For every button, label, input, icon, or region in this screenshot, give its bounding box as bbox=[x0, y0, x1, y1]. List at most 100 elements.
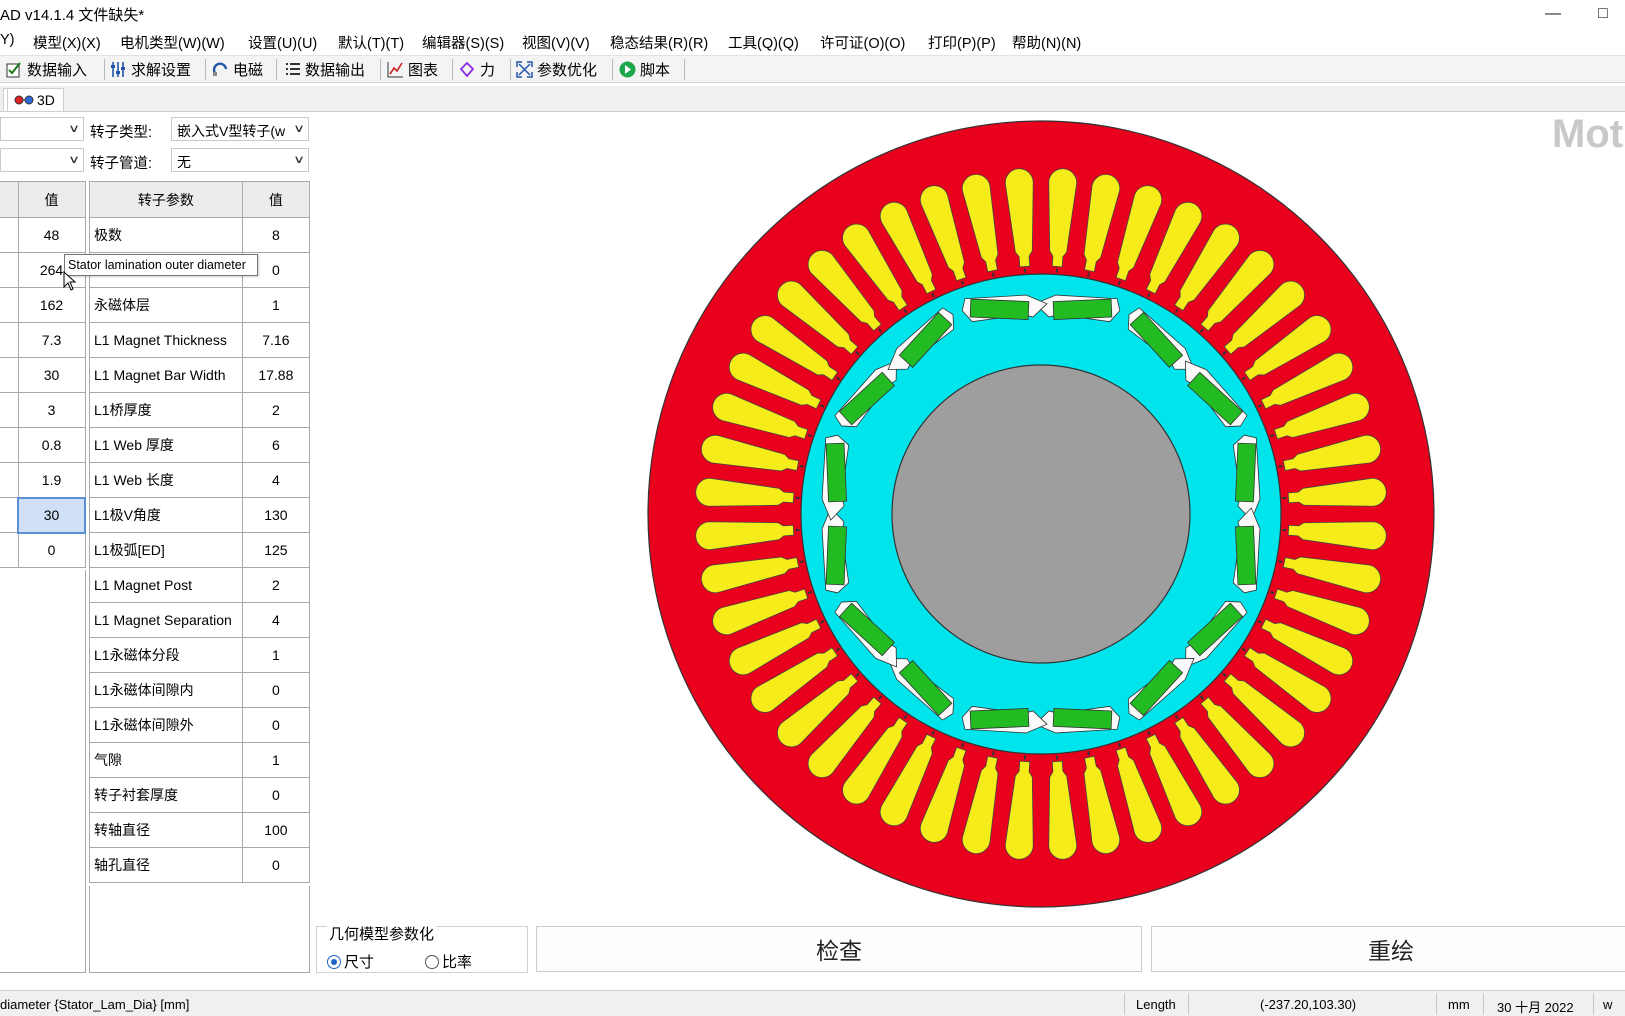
table-row: L1 Magnet Post 2 bbox=[89, 567, 311, 603]
table-cell-value[interactable]: 48 bbox=[17, 217, 86, 253]
table-row: 0.8 bbox=[0, 427, 86, 463]
force-label: 力 bbox=[480, 62, 496, 79]
script-button[interactable]: 脚本 bbox=[619, 58, 670, 81]
expand-icon bbox=[516, 61, 533, 78]
table-cell-value[interactable]: 0 bbox=[241, 707, 311, 743]
permanent-magnet bbox=[1235, 525, 1257, 586]
radio-button-checked[interactable] bbox=[327, 954, 341, 969]
table-cell-value[interactable]: 7.3 bbox=[17, 322, 86, 358]
charts-button[interactable]: 图表 bbox=[387, 58, 438, 81]
table-cell-value[interactable]: 1 bbox=[241, 637, 311, 673]
sliders-icon bbox=[111, 62, 125, 77]
table-cell-value[interactable]: 130 bbox=[241, 497, 311, 533]
solve-settings-label: 求解设置 bbox=[131, 62, 192, 79]
radio-size-label: 尺寸 bbox=[344, 954, 375, 971]
table-row: 转轴直径 100 bbox=[89, 812, 311, 848]
permanent-magnet bbox=[825, 525, 847, 586]
optimization-label: 参数优化 bbox=[537, 62, 598, 79]
table-cell-value[interactable]: 3 bbox=[17, 392, 86, 428]
table-cell-value[interactable]: 0.8 bbox=[17, 427, 86, 463]
table-cell-value[interactable]: 125 bbox=[241, 532, 311, 568]
script-label: 脚本 bbox=[640, 62, 671, 79]
table-cell-value[interactable]: 2 bbox=[241, 567, 311, 603]
table-row: 气隙 1 bbox=[89, 742, 311, 778]
minimize-icon[interactable]: — bbox=[1530, 0, 1576, 28]
rotor-type-value: 嵌入式V型转子(w bbox=[177, 123, 286, 139]
toolbar-separator bbox=[380, 59, 381, 80]
menu-item-model[interactable]: 模型(X)(X) bbox=[33, 32, 101, 53]
table-cell-value[interactable]: 4 bbox=[241, 602, 311, 638]
table-cell-value[interactable]: 162 bbox=[17, 287, 86, 323]
check-button[interactable]: 检查 bbox=[536, 926, 1142, 972]
force-button[interactable]: 力 bbox=[459, 58, 495, 81]
table-cell-value[interactable]: 100 bbox=[241, 812, 311, 848]
rotor-type-select[interactable]: 嵌入式V型转子(w ∨ bbox=[171, 117, 309, 141]
menu-item-tools[interactable]: 工具(Q)(Q) bbox=[728, 32, 799, 53]
geometry-param-label: 几何模型参数化 bbox=[327, 923, 437, 944]
table-cell-param-name: 气隙 bbox=[89, 742, 243, 778]
table-cell-value[interactable]: 30 bbox=[17, 357, 86, 393]
maximize-icon[interactable]: □ bbox=[1580, 0, 1625, 28]
slot-opening-mark bbox=[1282, 528, 1287, 532]
table-row: L1极弧[ED] 125 bbox=[89, 532, 311, 568]
table-cell-value[interactable]: 7.16 bbox=[241, 322, 311, 358]
rotor-duct-value: 无 bbox=[177, 154, 191, 170]
radio-ratio[interactable]: 比率 bbox=[425, 951, 472, 972]
menu-item-help[interactable]: 帮助(N)(N) bbox=[1012, 32, 1081, 53]
toolbar-separator bbox=[104, 59, 105, 80]
3d-glasses-icon bbox=[14, 95, 34, 105]
magnet-icon bbox=[212, 62, 228, 76]
permanent-magnet bbox=[1052, 298, 1113, 320]
rotor-duct-select[interactable]: 无 ∨ bbox=[171, 148, 309, 172]
table-cell-value[interactable]: 2 bbox=[241, 392, 311, 428]
force-icon bbox=[459, 61, 475, 78]
table-cell-value[interactable]: 17.88 bbox=[241, 357, 311, 393]
table-row: L1桥厚度 2 bbox=[89, 392, 311, 428]
stator-type-select[interactable]: ∨ bbox=[0, 117, 84, 141]
table-cell-value[interactable]: 4 bbox=[241, 462, 311, 498]
tab-3d[interactable]: 3D bbox=[7, 88, 64, 111]
motor-cross-section[interactable] bbox=[646, 119, 1436, 909]
optimization-button[interactable]: 参数优化 bbox=[516, 58, 597, 81]
chevron-down-icon: ∨ bbox=[67, 154, 81, 166]
table-row: 转子衬套厚度 0 bbox=[89, 777, 311, 813]
table-row: L1极V角度 130 bbox=[89, 497, 311, 533]
menu-item-license[interactable]: 许可证(O)(O) bbox=[820, 32, 905, 53]
table-cell-value[interactable]: 6 bbox=[241, 427, 311, 463]
table-cell-param-name: L1永磁体间隙外 bbox=[89, 707, 243, 743]
menu-item-settings[interactable]: 设置(U)(U) bbox=[248, 32, 317, 53]
menu-item-editor[interactable]: 编辑器(S)(S) bbox=[422, 32, 504, 53]
slot-opening-mark bbox=[1055, 268, 1059, 273]
radio-button-unchecked[interactable] bbox=[425, 954, 439, 969]
table-cell-value[interactable]: 0 bbox=[241, 672, 311, 708]
table-cell-value[interactable]: 0 bbox=[241, 777, 311, 813]
table-cell-value[interactable]: 0 bbox=[241, 847, 311, 883]
slot-opening-mark bbox=[795, 496, 800, 500]
table-cell-value[interactable]: 8 bbox=[241, 217, 311, 253]
menu-item-results[interactable]: 稳态结果(R)(R) bbox=[610, 32, 708, 53]
stator-duct-select[interactable]: ∨ bbox=[0, 148, 84, 172]
table-cell-param-name: L1极弧[ED] bbox=[89, 532, 243, 568]
radio-size[interactable]: 尺寸 bbox=[327, 951, 374, 972]
table-cell-value[interactable]: 1 bbox=[241, 287, 311, 323]
menu-item-partial[interactable]: Y) bbox=[0, 32, 15, 48]
electromagnetic-button[interactable]: 电磁 bbox=[212, 58, 263, 81]
menu-item-print[interactable]: 打印(P)(P) bbox=[928, 32, 996, 53]
table-header-value: 值 bbox=[241, 181, 311, 218]
table-cell-value[interactable]: 0 bbox=[17, 532, 86, 568]
rotor-table-empty-area bbox=[89, 886, 310, 973]
toolbar: 数据输入 求解设置 电磁 数据输出 图表 力 参数优化 脚本 bbox=[0, 55, 1625, 83]
redraw-button[interactable]: 重绘 bbox=[1151, 926, 1625, 972]
data-output-button[interactable]: 数据输出 bbox=[284, 58, 365, 81]
data-input-button[interactable]: 数据输入 bbox=[6, 58, 87, 81]
menu-item-view[interactable]: 视图(V)(V) bbox=[522, 32, 590, 53]
table-cell-value[interactable]: 1.9 bbox=[17, 462, 86, 498]
menu-item-motor-type[interactable]: 电机类型(W)(W) bbox=[120, 32, 225, 53]
table-row: L1 Magnet Separation 4 bbox=[89, 602, 311, 638]
table-cell-value-selected[interactable]: 30 bbox=[17, 496, 86, 534]
solve-settings-button[interactable]: 求解设置 bbox=[110, 58, 191, 81]
menu-item-defaults[interactable]: 默认(T)(T) bbox=[338, 32, 404, 53]
table-row: 48 bbox=[0, 217, 86, 253]
table-cell-value[interactable]: 1 bbox=[241, 742, 311, 778]
title-bar: AD v14.1.4 文件缺失* — □ bbox=[0, 0, 1625, 28]
